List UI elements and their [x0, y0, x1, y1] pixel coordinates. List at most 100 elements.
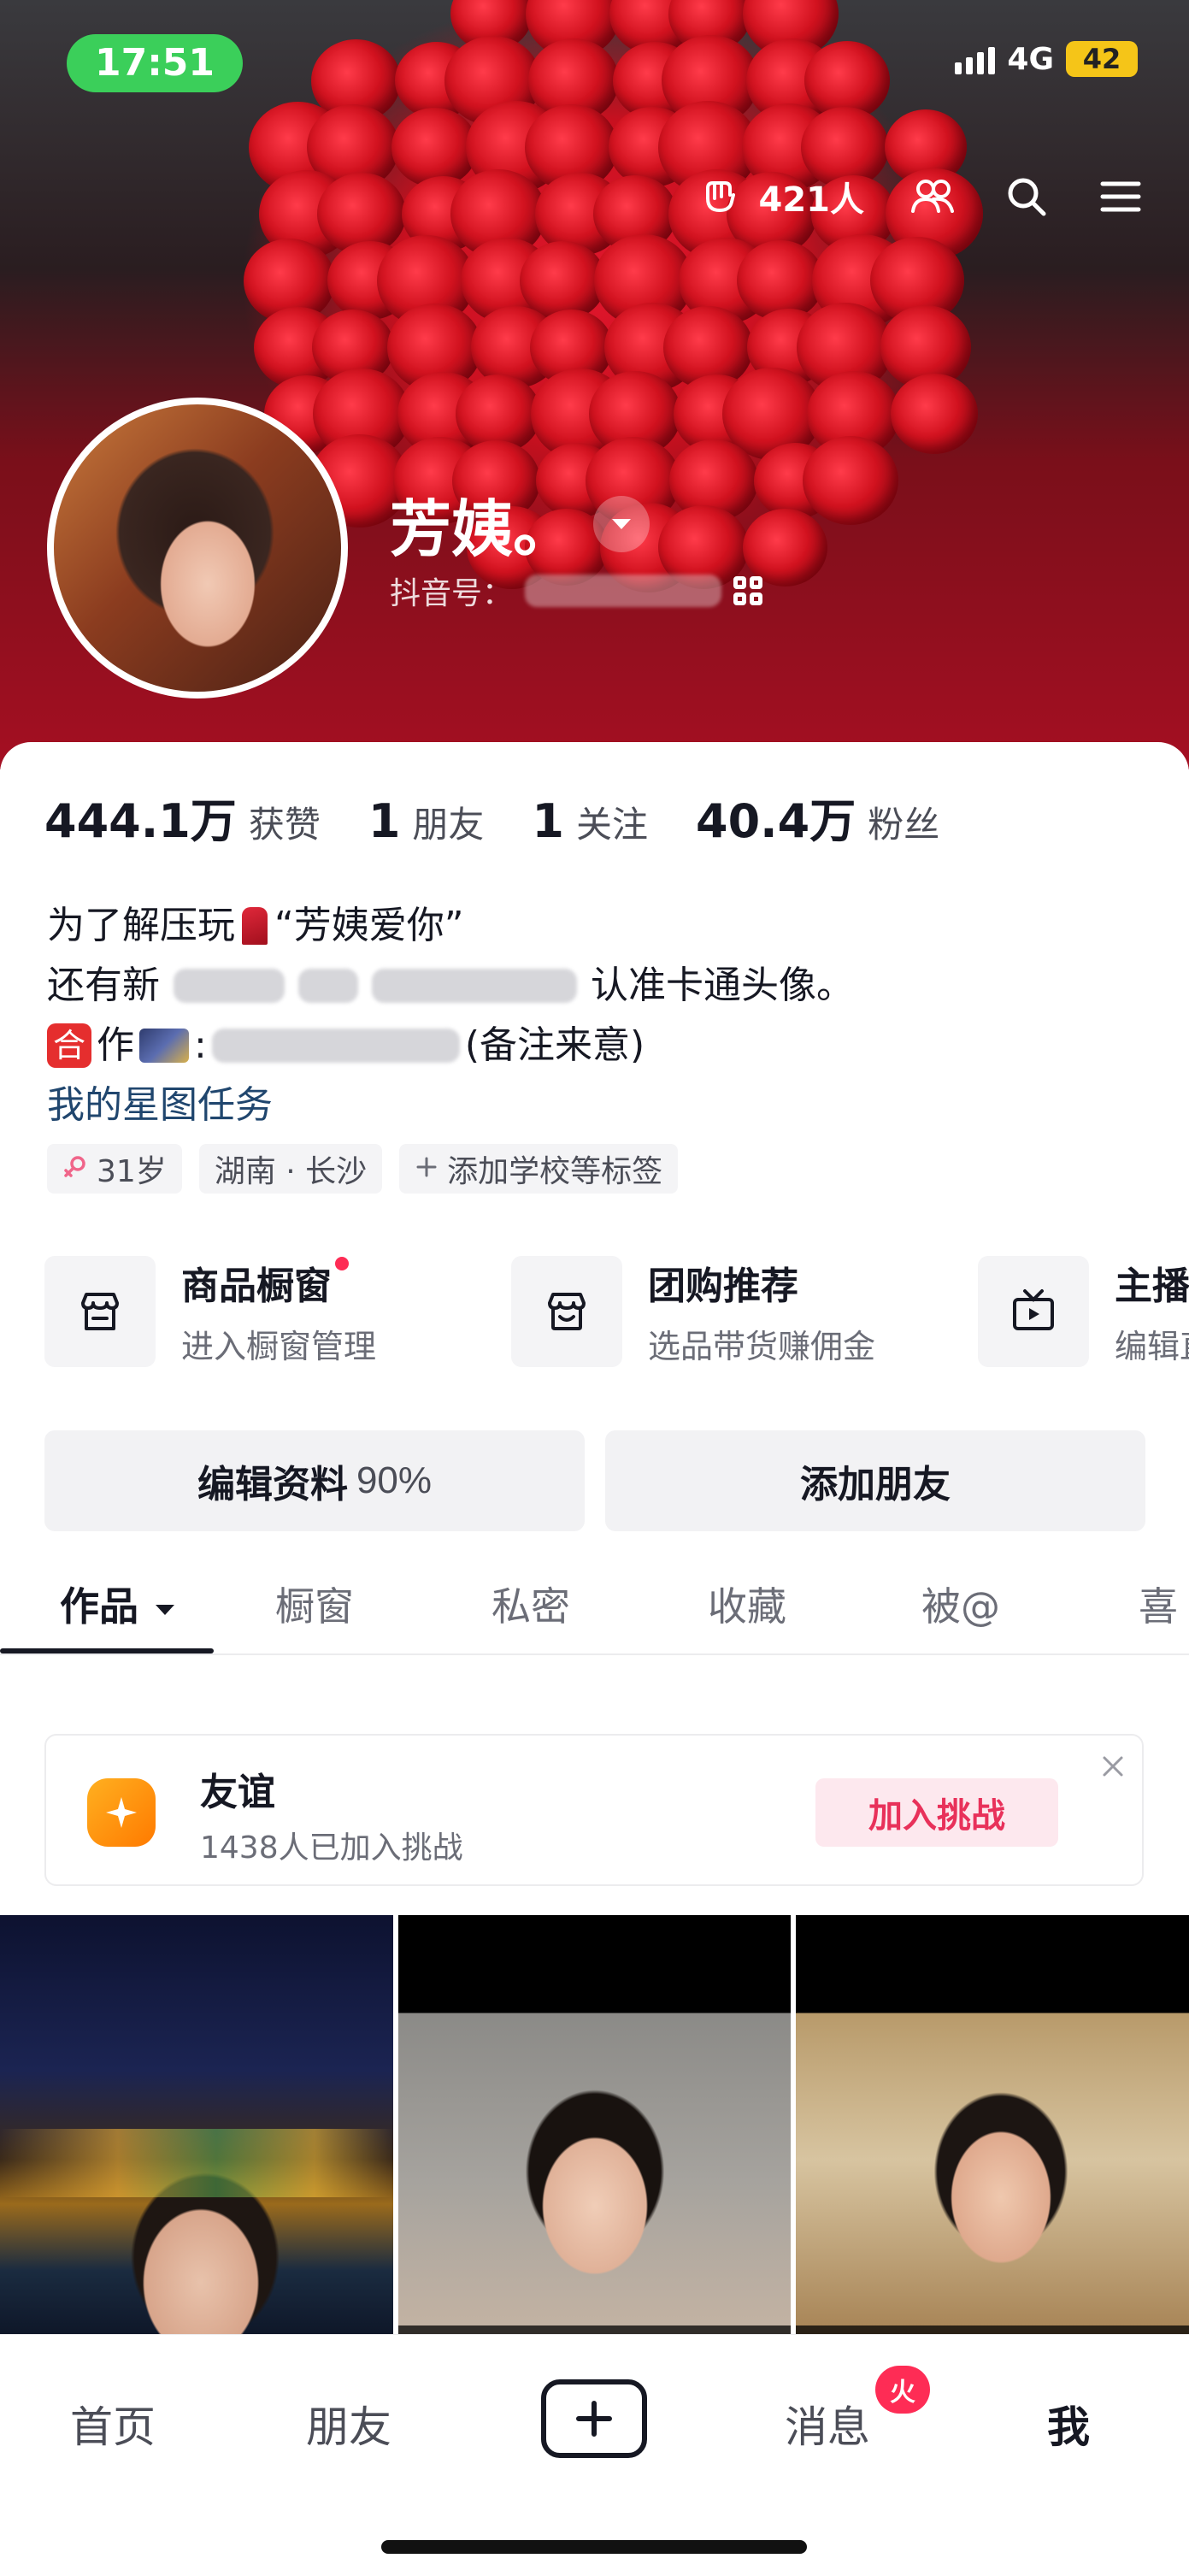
profile-completion: 90% — [356, 1459, 433, 1501]
tab-favorites[interactable]: 收藏 — [708, 1553, 786, 1655]
stat-value: 1 — [532, 794, 564, 848]
nav-friends[interactable]: 朋友 — [306, 2393, 391, 2455]
tag-location: 湖南 · 长沙 — [198, 1144, 383, 1194]
tab-works[interactable]: 作品 — [60, 1553, 176, 1655]
top-actions: 421人 — [694, 171, 1147, 222]
stat-friends[interactable]: 1 朋友 — [368, 794, 485, 848]
add-friend-button[interactable]: 添加朋友 — [605, 1430, 1145, 1531]
edit-profile-button[interactable]: 编辑资料 90% — [44, 1430, 585, 1531]
tool-title: 商品橱窗 — [181, 1264, 332, 1308]
rose-decoration — [803, 436, 898, 525]
live-tv-icon — [978, 1255, 1089, 1367]
edit-profile-label: 编辑资料 — [197, 1464, 348, 1506]
messages-badge: 火 — [875, 2366, 930, 2414]
bio-text: 为了解压玩 — [47, 904, 235, 947]
bottom-nav: 首页 朋友 消息 火 我 — [0, 2334, 1189, 2576]
city-lights-decoration — [0, 2129, 393, 2197]
star-map-task-link[interactable]: 我的星图任务 — [47, 1076, 854, 1135]
nav-me[interactable]: 我 — [1047, 2393, 1090, 2455]
profile-tags: 31岁 湖南 · 长沙 添加学校等标签 — [47, 1144, 679, 1194]
stat-label: 朋友 — [412, 804, 485, 846]
add-friend-label: 添加朋友 — [800, 1464, 951, 1506]
sparkle-icon — [87, 1778, 156, 1847]
video-thumbnail[interactable] — [397, 1915, 792, 2360]
caret-down-icon — [154, 1581, 176, 1627]
stats-row: 444.1万 获赞 1 朋友 1 关注 40.4万 粉丝 — [44, 783, 939, 851]
tab-liked[interactable]: 喜 — [1139, 1553, 1178, 1655]
tab-private[interactable]: 私密 — [491, 1553, 570, 1655]
qr-code-icon[interactable] — [733, 576, 763, 605]
profile-cover[interactable]: 17:51 4G 42 421人 芳姨。 抖音号： — [0, 0, 1189, 769]
video-thumbnail[interactable] — [0, 1915, 393, 2360]
douyin-id-value-blurred — [525, 575, 722, 607]
visitor-hand-icon — [694, 171, 745, 222]
bio-line-2: 还有新 认准卡通头像。 — [47, 956, 854, 1016]
group-buy-icon — [511, 1255, 622, 1367]
status-bar-right: 4G 42 — [955, 41, 1138, 77]
tag-text: 湖南 · 长沙 — [214, 1154, 368, 1189]
search-icon[interactable] — [1001, 171, 1052, 222]
shop-window-icon — [44, 1255, 156, 1367]
ribbon-emoji-icon — [242, 907, 268, 945]
stat-label: 关注 — [576, 804, 649, 846]
challenge-card[interactable]: 友谊 1438人已加入挑战 加入挑战 — [44, 1734, 1144, 1886]
avatar-photo — [54, 404, 341, 692]
tool-subtitle: 选品带货赚佣金 — [648, 1328, 876, 1365]
bio-text: (备注来意) — [464, 1023, 645, 1067]
tab-shop-window[interactable]: 橱窗 — [275, 1553, 354, 1655]
profile-name: 芳姨。 — [390, 493, 575, 565]
add-tag-button[interactable]: 添加学校等标签 — [399, 1144, 679, 1194]
bio-text: “芳姨爱你” — [274, 904, 464, 947]
bio-text: 作 — [97, 1023, 134, 1067]
stat-following[interactable]: 1 关注 — [532, 794, 648, 848]
stat-label: 粉丝 — [868, 804, 940, 846]
menu-icon[interactable] — [1095, 171, 1146, 222]
rose-decoration — [391, 107, 478, 187]
tag-text: 31岁 — [97, 1154, 167, 1189]
tool-title: 主播 — [1115, 1264, 1189, 1308]
video-thumbnail[interactable] — [796, 1915, 1189, 2360]
stat-label: 获赞 — [248, 804, 321, 846]
nav-messages[interactable]: 消息 — [785, 2393, 870, 2455]
status-time: 17:51 — [67, 34, 243, 92]
tool-title: 团购推荐 — [648, 1264, 798, 1308]
he-emoji-icon: 合 — [47, 1023, 91, 1068]
close-icon[interactable] — [1096, 1749, 1130, 1783]
stat-value: 444.1万 — [44, 794, 237, 848]
join-challenge-button[interactable]: 加入挑战 — [815, 1778, 1058, 1847]
name-row: 芳姨。 — [390, 479, 650, 569]
friends-icon[interactable] — [907, 171, 958, 222]
tool-subtitle: 编辑直 — [1115, 1328, 1189, 1365]
video-grid — [0, 1915, 1189, 2360]
battery-indicator: 42 — [1066, 41, 1138, 77]
nav-home[interactable]: 首页 — [70, 2393, 156, 2455]
tool-group-buy[interactable]: 团购推荐 选品带货赚佣金 — [511, 1255, 930, 1367]
bio-line-1: 为了解压玩 “芳姨爱你” — [47, 896, 854, 956]
home-indicator — [381, 2540, 807, 2554]
challenge-title: 友谊 — [200, 1771, 275, 1814]
create-button[interactable] — [541, 2379, 647, 2458]
plus-icon — [576, 2401, 612, 2437]
bio-text: 还有新 — [47, 964, 160, 1007]
douyin-id-row[interactable]: 抖音号： — [390, 569, 763, 613]
rose-decoration — [519, 240, 606, 321]
network-type: 4G — [1007, 41, 1054, 77]
blurred-text — [298, 969, 358, 1003]
visitors-button[interactable]: 421人 — [694, 171, 864, 222]
stat-followers[interactable]: 40.4万 粉丝 — [696, 783, 939, 851]
tool-shop-window[interactable]: 商品橱窗 进入橱窗管理 — [44, 1255, 463, 1367]
creator-tools: 商品橱窗 进入橱窗管理 团购推荐 选品带货赚佣金 主播 编辑直 — [44, 1255, 1189, 1367]
active-tab-indicator — [0, 1648, 214, 1653]
douyin-id-label: 抖音号： — [390, 576, 514, 611]
signal-icon — [955, 44, 996, 74]
chevron-down-icon[interactable] — [593, 495, 650, 552]
avatar[interactable] — [47, 398, 348, 699]
tag-text: 添加学校等标签 — [447, 1154, 663, 1189]
satellite-emoji-icon — [139, 1029, 189, 1063]
blurred-text — [174, 969, 285, 1003]
stat-value: 40.4万 — [696, 794, 856, 848]
stat-likes[interactable]: 444.1万 获赞 — [44, 783, 321, 851]
tab-mentions[interactable]: 被@ — [921, 1553, 1000, 1655]
tool-live[interactable]: 主播 编辑直 — [978, 1255, 1189, 1367]
profile-sheet: 444.1万 获赞 1 朋友 1 关注 40.4万 粉丝 为了解压玩 “芳姨爱你… — [0, 742, 1189, 2576]
